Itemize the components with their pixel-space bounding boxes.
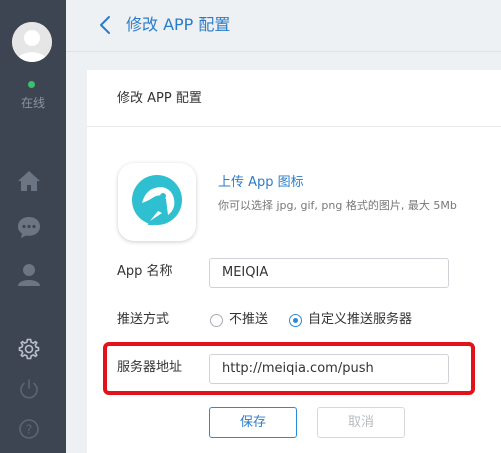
app-name-input[interactable]: MEIQIA [209, 258, 449, 288]
online-status-label: 在线 [20, 96, 45, 110]
chat-icon[interactable] [16, 214, 42, 240]
home-icon[interactable] [16, 168, 42, 194]
app-icon-preview[interactable] [118, 163, 196, 241]
server-address-label: 服务器地址 [117, 360, 183, 375]
push-none-radio[interactable]: 不推送 [210, 312, 268, 328]
push-none-label: 不推送 [229, 312, 269, 327]
upload-app-icon-link[interactable]: 上传 App 图标 [218, 174, 304, 192]
help-icon[interactable]: ? [16, 416, 42, 442]
upload-hint: 你可以选择 jpg, gif, png 格式的图片, 最大 5Mb [218, 199, 457, 212]
online-status-dot [28, 81, 35, 88]
chevron-left-icon[interactable] [98, 15, 112, 35]
cancel-button[interactable]: 取消 [317, 407, 405, 438]
server-address-input[interactable]: http://meiqia.com/push [209, 354, 449, 384]
meiqia-bird-icon [132, 175, 182, 225]
sidebar: 在线 ? [0, 0, 66, 453]
app-name-label: App 名称 [117, 264, 173, 279]
page-title: 修改 APP 配置 [126, 15, 231, 34]
save-button[interactable]: 保存 [209, 407, 297, 438]
push-custom-server-label: 自定义推送服务器 [308, 312, 413, 327]
power-icon[interactable] [16, 376, 42, 402]
push-method-label: 推送方式 [117, 312, 170, 327]
radio-unchecked-icon [210, 313, 223, 327]
header-bar: 修改 APP 配置 [66, 0, 501, 52]
settings-icon[interactable] [16, 336, 42, 362]
avatar-placeholder-icon [12, 22, 52, 62]
push-custom-server-radio[interactable]: 自定义推送服务器 [289, 312, 412, 328]
divider [87, 126, 501, 127]
avatar[interactable] [12, 22, 52, 62]
radio-checked-icon [289, 313, 302, 327]
svg-text:?: ? [26, 423, 32, 437]
card-title: 修改 APP 配置 [117, 91, 202, 106]
config-card: 修改 APP 配置 上传 App 图标 你可以选择 jpg, gif, png … [87, 70, 501, 453]
user-icon[interactable] [16, 262, 42, 288]
